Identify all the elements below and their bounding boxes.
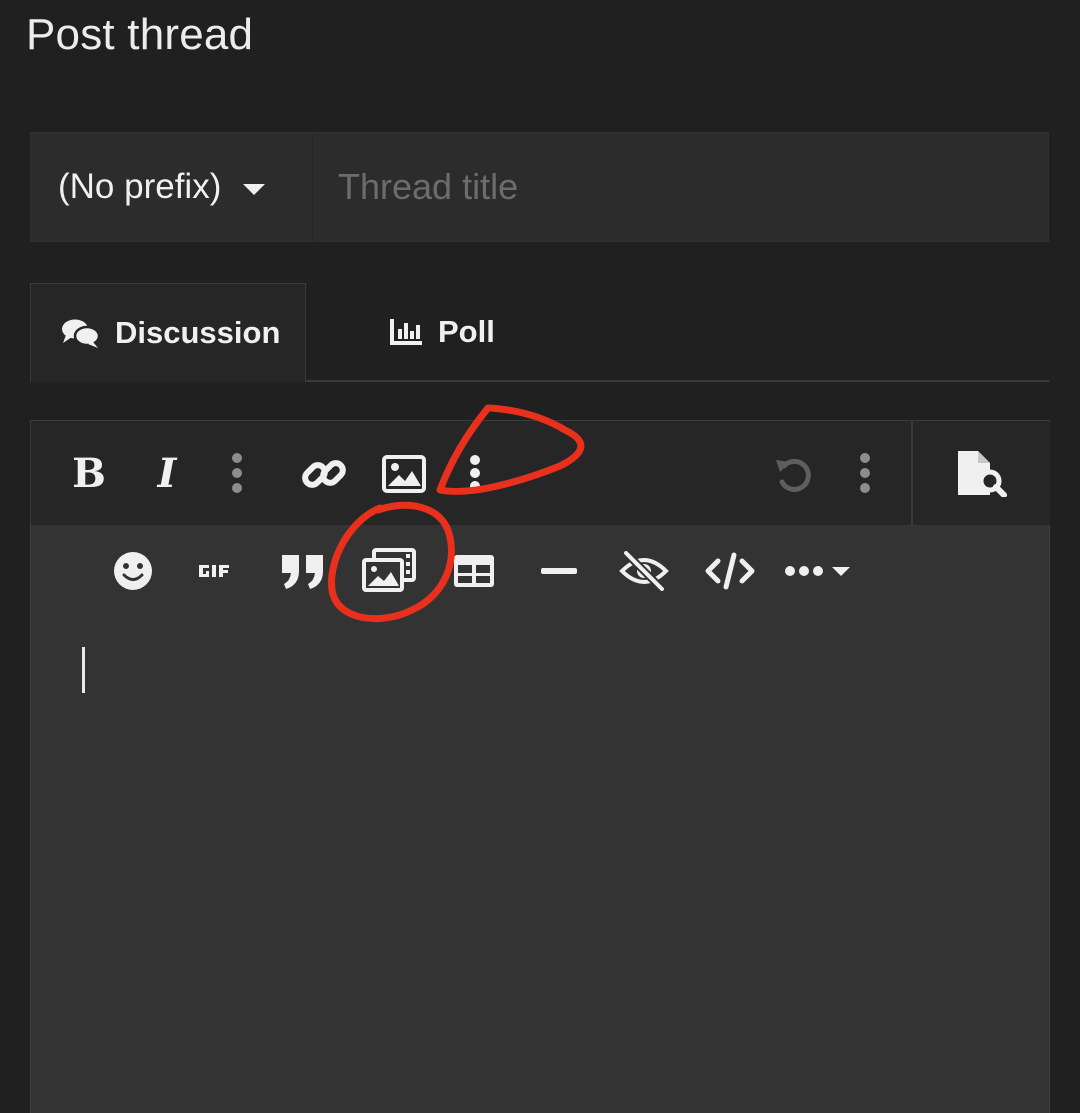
undo-button[interactable] xyxy=(771,451,817,497)
spoiler-icon xyxy=(619,551,669,591)
more-insert-options-icon xyxy=(470,455,480,491)
text-cursor xyxy=(82,647,85,693)
more-options-button[interactable] xyxy=(855,451,875,495)
more-options-icon xyxy=(860,453,870,493)
prefix-select-value: (No prefix) xyxy=(58,167,222,206)
caret-down-icon xyxy=(243,183,266,195)
thread-title-input[interactable] xyxy=(313,133,1048,241)
post-thread-page: Post thread (No prefix) Discussion Poll xyxy=(0,0,1080,1113)
preview-icon xyxy=(957,451,1007,497)
media-gallery-icon xyxy=(362,548,416,592)
more-text-options-button[interactable] xyxy=(227,451,247,495)
table-icon xyxy=(454,555,494,587)
editor-toolbar-primary: B I xyxy=(31,421,911,525)
emoji-button[interactable] xyxy=(111,549,155,593)
quote-icon xyxy=(282,555,323,589)
comments-icon xyxy=(62,319,101,348)
tab-discussion[interactable]: Discussion xyxy=(30,283,306,382)
gif-button[interactable] xyxy=(195,549,239,593)
bold-button[interactable]: B xyxy=(67,449,111,497)
more-insert-button[interactable] xyxy=(783,549,855,593)
horizontal-rule-icon xyxy=(541,568,577,574)
code-icon xyxy=(705,552,755,590)
preview-button[interactable] xyxy=(911,421,1050,525)
horizontal-rule-button[interactable] xyxy=(537,549,581,593)
image-icon xyxy=(382,455,426,493)
italic-icon: I xyxy=(157,449,177,497)
rich-text-editor[interactable]: B I xyxy=(30,420,1050,1113)
bar-chart-icon xyxy=(390,318,422,345)
link-button[interactable] xyxy=(299,451,349,497)
more-insert-icon xyxy=(785,566,850,576)
media-gallery-button[interactable] xyxy=(361,545,417,595)
gif-icon xyxy=(199,565,229,577)
tab-poll-label: Poll xyxy=(438,313,495,349)
italic-button[interactable]: I xyxy=(145,449,189,497)
quote-button[interactable] xyxy=(279,547,327,595)
link-icon xyxy=(302,460,346,488)
spoiler-button[interactable] xyxy=(617,547,671,595)
emoji-icon xyxy=(114,552,152,590)
code-button[interactable] xyxy=(703,547,757,595)
thread-title-row: (No prefix) xyxy=(30,132,1049,242)
bold-icon: B xyxy=(72,449,106,497)
tab-discussion-label: Discussion xyxy=(115,315,281,350)
insert-image-button[interactable] xyxy=(381,451,427,497)
page-title: Post thread xyxy=(26,10,254,59)
table-button[interactable] xyxy=(451,549,497,593)
more-text-options-icon xyxy=(232,453,242,493)
tab-poll[interactable]: Poll xyxy=(388,283,495,380)
more-insert-options-button[interactable] xyxy=(465,451,485,495)
undo-icon xyxy=(776,458,811,492)
prefix-select[interactable]: (No prefix) xyxy=(31,133,313,241)
